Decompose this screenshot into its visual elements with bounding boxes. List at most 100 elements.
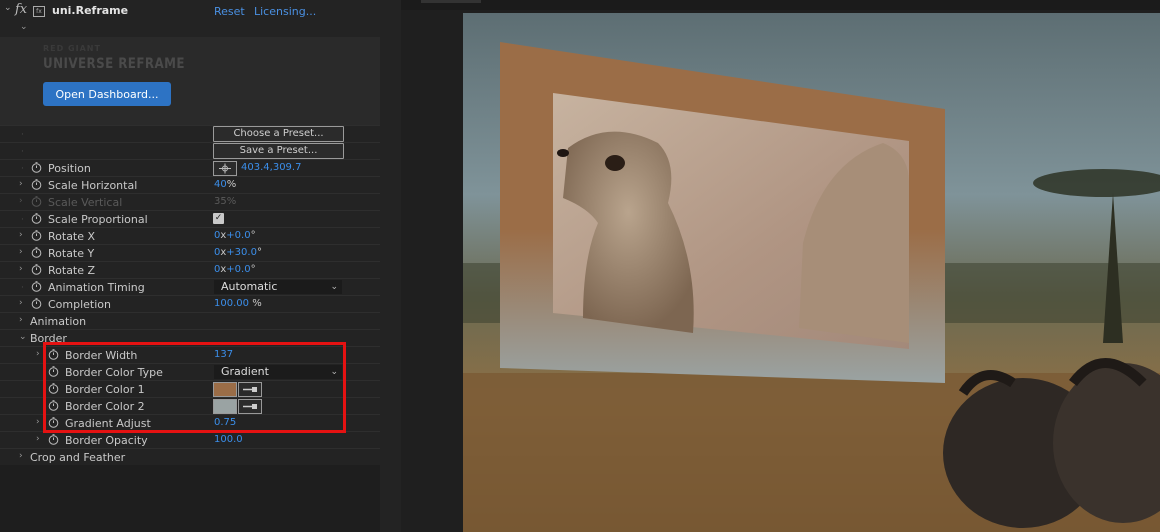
twirl-icon[interactable]: › [19, 230, 23, 240]
eyedropper-icon[interactable] [238, 399, 262, 414]
position-value[interactable]: 403.4,309.7 [241, 162, 301, 173]
stopwatch-icon[interactable] [31, 230, 42, 241]
twirl-open-icon[interactable]: ⌄ [19, 332, 27, 342]
effect-header: ⌄ fx fx uni.Reframe Reset Licensing... [0, 0, 380, 22]
stopwatch-icon[interactable] [31, 298, 42, 309]
animation-timing-dropdown[interactable]: Automatic ⌄ [214, 280, 342, 294]
reset-link[interactable]: Reset [214, 5, 245, 18]
stopwatch-icon[interactable] [48, 400, 59, 411]
degree-symbol: ° [250, 230, 256, 241]
chevron-down-icon: ⌄ [330, 367, 338, 377]
param-label: Rotate Y [48, 247, 95, 260]
position-y-value[interactable]: 309.7 [273, 162, 302, 173]
stopwatch-icon[interactable] [48, 383, 59, 394]
stopwatch-icon[interactable] [31, 179, 42, 190]
param-label: Position [48, 162, 91, 175]
group-row-animation[interactable]: › Animation [0, 312, 380, 330]
viewer-tab-bar [401, 0, 1160, 10]
stopwatch-icon[interactable] [31, 213, 42, 224]
param-label: Gradient Adjust [65, 417, 151, 430]
scale-proportional-checkbox[interactable]: ✓ [213, 213, 224, 224]
twirl-icon[interactable]: › [19, 196, 23, 206]
value-unit: % [252, 298, 262, 309]
border-opacity-value[interactable]: 100.0 [214, 434, 243, 445]
dropdown-value: Automatic [221, 280, 278, 293]
param-row-scale-horizontal: › Scale Horizontal 40% [0, 176, 380, 194]
licensing-link[interactable]: Licensing... [254, 5, 316, 18]
position-target-icon[interactable] [213, 161, 237, 176]
param-label: Border Color 1 [65, 383, 145, 396]
viewer-tab[interactable] [421, 0, 481, 3]
param-label: Border Color Type [65, 366, 163, 379]
chevron-down-icon: ⌄ [330, 282, 338, 292]
param-row-border-color-type: Border Color Type Gradient ⌄ [0, 363, 380, 381]
param-row-gradient-adjust: › Gradient Adjust 0.75 [0, 414, 380, 432]
stopwatch-icon[interactable] [31, 247, 42, 258]
twirl-icon[interactable]: › [19, 179, 23, 189]
twirl-icon[interactable]: › [19, 315, 23, 325]
save-preset-button[interactable]: Save a Preset... [213, 143, 344, 159]
effect-name: uni.Reframe [52, 4, 129, 17]
stopwatch-icon[interactable] [48, 417, 59, 428]
effect-twirl-icon[interactable]: ⌄ [4, 3, 12, 13]
degrees-value[interactable]: +30.0 [226, 247, 257, 258]
twirl-icon[interactable]: › [36, 417, 40, 427]
eyedropper-icon[interactable] [238, 382, 262, 397]
degrees-value[interactable]: +0.0 [226, 264, 250, 275]
gradient-adjust-value[interactable]: 0.75 [214, 417, 236, 428]
open-dashboard-button[interactable]: Open Dashboard... [43, 82, 171, 106]
degrees-value[interactable]: +0.0 [226, 230, 250, 241]
stopwatch-icon[interactable] [48, 434, 59, 445]
value-number[interactable]: 40 [214, 179, 227, 190]
rotate-y-value[interactable]: 0x+30.0° [214, 247, 262, 258]
param-row-border-color-2: Border Color 2 [0, 397, 380, 415]
param-row-rotate-y: › Rotate Y 0x+30.0° [0, 244, 380, 262]
param-row-scale-proportional: · Scale Proportional ✓ [0, 210, 380, 228]
group-row-crop-and-feather[interactable]: › Crop and Feather [0, 448, 380, 466]
stopwatch-icon[interactable] [31, 281, 42, 292]
twirl-icon[interactable]: › [19, 451, 23, 461]
param-label: Scale Proportional [48, 213, 148, 226]
rotate-x-value[interactable]: 0x+0.0° [214, 230, 256, 241]
param-label: Rotate X [48, 230, 96, 243]
stopwatch-icon[interactable] [48, 349, 59, 360]
border-width-value[interactable]: 137 [214, 349, 233, 360]
border-color-1-swatch[interactable] [213, 382, 237, 397]
value-unit: % [226, 179, 237, 190]
composition-canvas[interactable] [463, 13, 1160, 532]
param-row-rotate-x: › Rotate X 0x+0.0° [0, 227, 380, 245]
panel-divider[interactable] [380, 0, 401, 532]
twirl-icon[interactable]: › [36, 349, 40, 359]
param-row-rotate-z: › Rotate Z 0x+0.0° [0, 261, 380, 279]
param-label: Border Color 2 [65, 400, 145, 413]
stopwatch-icon [31, 196, 42, 207]
param-label: Scale Vertical [48, 196, 123, 209]
value-number[interactable]: 100.00 [214, 298, 249, 309]
choose-preset-button[interactable]: Choose a Preset... [213, 126, 344, 142]
scale-horizontal-value[interactable]: 40% [214, 179, 236, 190]
twirl-icon[interactable]: › [19, 264, 23, 274]
twirl-icon[interactable]: › [19, 247, 23, 257]
row-dot-icon: · [21, 215, 24, 225]
stopwatch-icon[interactable] [31, 264, 42, 275]
border-color-2-swatch[interactable] [213, 399, 237, 414]
group-label: Crop and Feather [30, 451, 126, 464]
param-row-border-color-1: Border Color 1 [0, 380, 380, 398]
scale-vertical-value: 35% [214, 196, 236, 207]
param-label: Border Width [65, 349, 138, 362]
border-color-type-dropdown[interactable]: Gradient ⌄ [214, 365, 342, 379]
position-x-value[interactable]: 403.4 [241, 162, 270, 173]
param-label: Completion [48, 298, 112, 311]
stopwatch-icon[interactable] [48, 366, 59, 377]
twirl-icon[interactable]: › [19, 298, 23, 308]
fx-toggle-icon[interactable]: fx [15, 2, 27, 17]
dropdown-value: Gradient [221, 365, 269, 378]
group-row-border[interactable]: ⌄ Border [0, 329, 380, 347]
twirl-icon[interactable]: › [36, 434, 40, 444]
composition-viewer [401, 0, 1160, 532]
completion-value[interactable]: 100.00 % [214, 298, 262, 309]
param-row-border-width: › Border Width 137 [0, 346, 380, 364]
rotate-z-value[interactable]: 0x+0.0° [214, 264, 256, 275]
stopwatch-icon[interactable] [31, 162, 42, 173]
effect-section-twirl-icon[interactable]: ⌄ [20, 22, 28, 32]
